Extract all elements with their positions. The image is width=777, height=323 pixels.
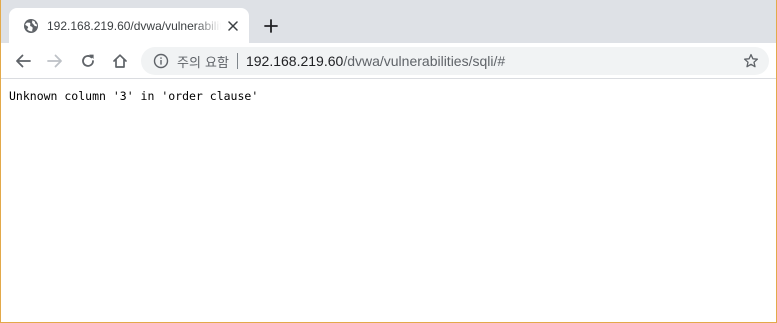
tab-title: 192.168.219.60/dvwa/vulnerabilities/sqli… bbox=[47, 18, 221, 33]
forward-button[interactable] bbox=[43, 49, 67, 73]
reload-icon bbox=[80, 53, 96, 69]
browser-tab[interactable]: 192.168.219.60/dvwa/vulnerabilities/sqli… bbox=[9, 8, 249, 43]
new-tab-button[interactable] bbox=[259, 14, 283, 38]
plus-icon bbox=[264, 19, 278, 33]
url-host: 192.168.219.60 bbox=[245, 53, 344, 69]
tab-strip: 192.168.219.60/dvwa/vulnerabilities/sqli… bbox=[1, 0, 776, 43]
back-button[interactable] bbox=[11, 49, 35, 73]
browser-toolbar: 주의 요함 192.168.219.60/dvwa/vulnerabilitie… bbox=[1, 43, 776, 79]
close-icon[interactable] bbox=[225, 18, 241, 34]
home-button[interactable] bbox=[108, 49, 132, 73]
address-bar[interactable]: 주의 요함 192.168.219.60/dvwa/vulnerabilitie… bbox=[141, 47, 769, 75]
omnibox-divider bbox=[236, 53, 238, 69]
back-arrow-icon bbox=[15, 53, 31, 69]
security-status-label[interactable]: 주의 요함 bbox=[177, 52, 229, 71]
forward-arrow-icon bbox=[47, 53, 63, 69]
info-icon[interactable] bbox=[153, 53, 169, 69]
browser-window: 192.168.219.60/dvwa/vulnerabilities/sqli… bbox=[0, 0, 777, 323]
url-path: /dvwa/vulnerabilities/sqli/# bbox=[343, 53, 506, 69]
globe-icon bbox=[23, 18, 39, 34]
url-text[interactable]: 192.168.219.60/dvwa/vulnerabilities/sqli… bbox=[246, 53, 505, 69]
star-icon[interactable] bbox=[741, 51, 761, 71]
page-body-text: Unknown column '3' in 'order clause' bbox=[9, 89, 259, 103]
reload-button[interactable] bbox=[76, 49, 100, 73]
home-icon bbox=[112, 53, 128, 69]
